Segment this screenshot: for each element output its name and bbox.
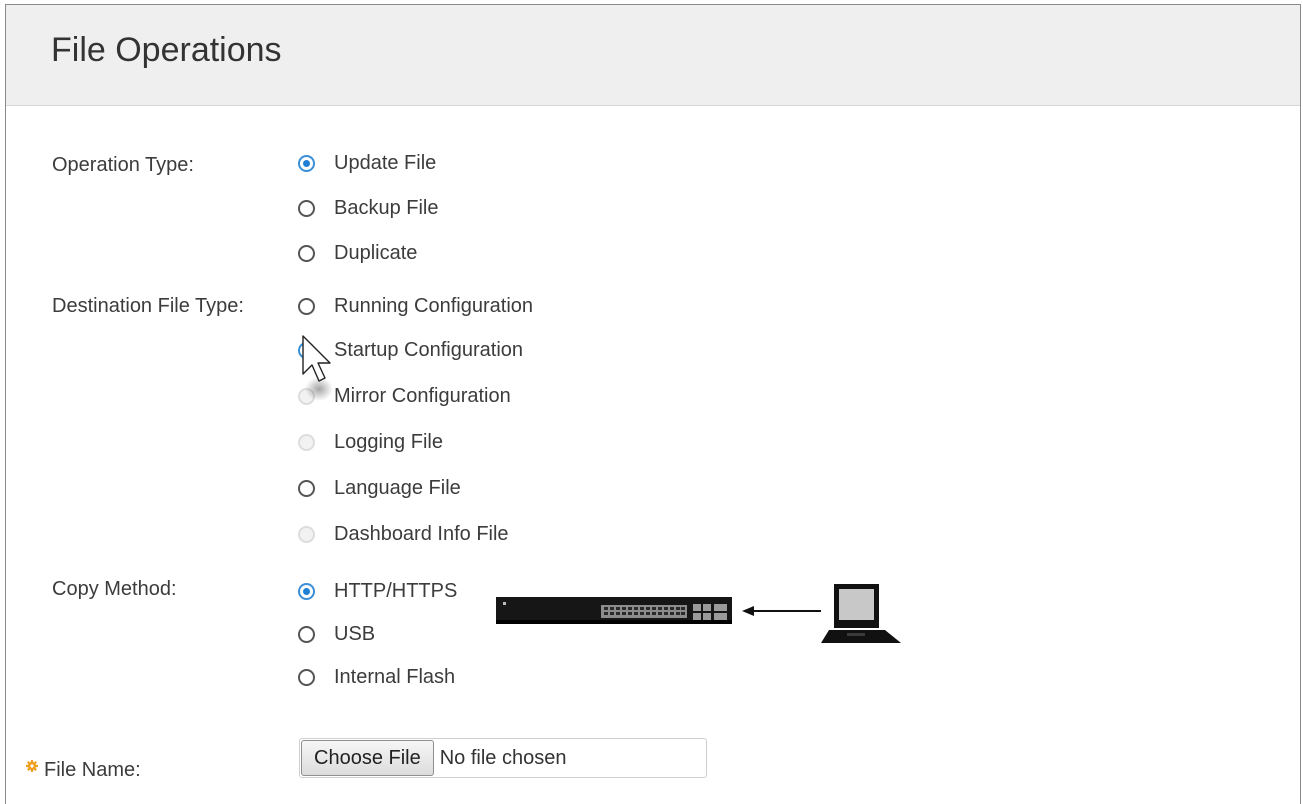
radio-label: Language File bbox=[334, 476, 461, 499]
radio-button[interactable] bbox=[298, 154, 315, 172]
mouse-cursor-icon bbox=[302, 335, 333, 401]
arrow-left-icon bbox=[742, 606, 821, 616]
radio-label: HTTP/HTTPS bbox=[334, 579, 458, 602]
page-title: File Operations bbox=[51, 31, 282, 69]
radio-dashboard-info-file: Dashboard Info File bbox=[298, 521, 509, 547]
radio-label: Duplicate bbox=[334, 241, 418, 264]
radio-button[interactable] bbox=[298, 199, 315, 217]
operation-type-label: Operation Type: bbox=[52, 154, 194, 176]
radio-duplicate[interactable]: Duplicate bbox=[298, 240, 417, 266]
radio-button bbox=[298, 525, 315, 543]
radio-label: Dashboard Info File bbox=[334, 522, 509, 545]
required-gear-icon bbox=[26, 760, 38, 772]
radio-internal-flash[interactable]: Internal Flash bbox=[298, 664, 455, 690]
radio-update-file[interactable]: Update File bbox=[298, 150, 436, 176]
file-name-label: File Name: bbox=[44, 759, 141, 781]
copy-method-label: Copy Method: bbox=[52, 578, 177, 600]
choose-file-button[interactable]: Choose File bbox=[301, 740, 434, 776]
radio-backup-file[interactable]: Backup File bbox=[298, 195, 439, 221]
file-input[interactable]: Choose File No file chosen bbox=[299, 738, 707, 778]
laptop-icon bbox=[821, 584, 901, 643]
radio-label: USB bbox=[334, 622, 376, 645]
file-operations-panel: File Operations Operation Type: Update F… bbox=[5, 4, 1301, 804]
radio-language-file[interactable]: Language File bbox=[298, 475, 461, 501]
radio-button[interactable] bbox=[298, 582, 315, 600]
radio-usb[interactable]: USB bbox=[298, 621, 375, 647]
radio-label: Backup File bbox=[334, 196, 439, 219]
radio-button[interactable] bbox=[298, 479, 315, 497]
radio-button[interactable] bbox=[298, 297, 315, 315]
network-switch-icon bbox=[496, 597, 732, 624]
radio-button[interactable] bbox=[298, 668, 315, 686]
radio-http-https[interactable]: HTTP/HTTPS bbox=[298, 578, 457, 604]
page-header: File Operations bbox=[6, 5, 1300, 106]
copy-method-illustration bbox=[496, 584, 901, 643]
radio-button[interactable] bbox=[298, 244, 315, 262]
radio-label: Mirror Configuration bbox=[334, 384, 511, 407]
radio-label: Running Configuration bbox=[334, 294, 534, 317]
radio-label: Update File bbox=[334, 151, 437, 174]
file-status-text: No file chosen bbox=[439, 746, 567, 769]
radio-logging-file: Logging File bbox=[298, 429, 443, 455]
radio-label: Logging File bbox=[334, 430, 443, 453]
radio-label: Internal Flash bbox=[334, 665, 456, 688]
radio-running-configuration[interactable]: Running Configuration bbox=[298, 293, 533, 319]
destination-file-type-label: Destination File Type: bbox=[52, 295, 244, 317]
radio-button bbox=[298, 433, 315, 451]
radio-button[interactable] bbox=[298, 625, 315, 643]
radio-label: Startup Configuration bbox=[334, 338, 524, 361]
